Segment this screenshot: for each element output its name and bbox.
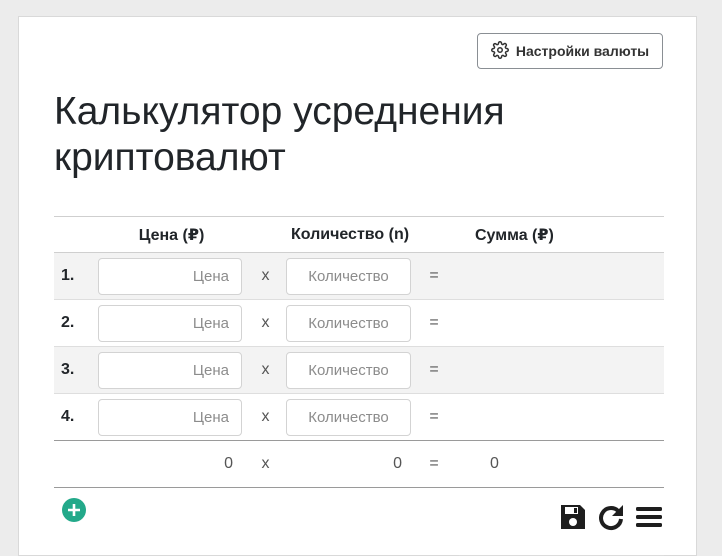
totals-row: 0 x 0 = 0	[54, 441, 664, 488]
header-sum: Сумма (₽)	[454, 216, 664, 253]
price-input[interactable]	[98, 351, 242, 389]
multiply-sign: x	[261, 408, 270, 425]
multiply-sign: x	[261, 361, 270, 378]
row-sum	[454, 394, 664, 441]
quantity-input[interactable]	[286, 351, 411, 389]
table-header-row: Цена (₽) Количество (n) Сумма (₽)	[54, 216, 664, 253]
equals-sign: =	[429, 455, 439, 472]
header-rownum	[54, 216, 98, 253]
quantity-input[interactable]	[286, 304, 411, 342]
add-row-button[interactable]	[62, 498, 86, 522]
reload-icon[interactable]	[597, 503, 625, 531]
row-number: 1.	[61, 267, 75, 284]
page-title: Калькулятор усреднения криптовалют	[54, 90, 505, 179]
table-row: 3. x =	[54, 346, 664, 394]
total-quantity: 0	[393, 455, 402, 472]
price-input[interactable]	[98, 257, 242, 295]
row-number: 2.	[61, 314, 75, 331]
currency-settings-label: Настройки валюты	[515, 43, 650, 59]
table-row: 1. x =	[54, 252, 664, 300]
calculator-card: Настройки валюты Калькулятор усреднения …	[18, 16, 697, 556]
header-price: Цена (₽)	[98, 216, 245, 253]
bottom-toolbar	[559, 503, 663, 531]
header-spacer-eq	[414, 216, 454, 253]
row-number: 4.	[61, 408, 75, 425]
multiply-sign: x	[261, 267, 270, 284]
averaging-table: Цена (₽) Количество (n) Сумма (₽) 1. x =…	[54, 216, 664, 488]
currency-settings-button[interactable]: Настройки валюты	[477, 33, 663, 69]
equals-sign: =	[429, 267, 439, 284]
quantity-input[interactable]	[286, 398, 411, 436]
equals-sign: =	[429, 361, 439, 378]
price-input[interactable]	[98, 304, 242, 342]
row-sum	[454, 347, 664, 394]
table-row: 4. x =	[54, 394, 664, 441]
header-spacer-x	[245, 216, 286, 253]
gear-icon	[490, 40, 509, 62]
row-sum	[454, 300, 664, 347]
row-number: 3.	[61, 361, 75, 378]
equals-sign: =	[429, 408, 439, 425]
header-quantity: Количество (n)	[286, 216, 414, 253]
hamburger-menu-icon[interactable]	[635, 503, 663, 531]
table-row: 2. x =	[54, 300, 664, 347]
plus-icon	[67, 503, 81, 517]
multiply-sign: x	[261, 314, 270, 331]
quantity-input[interactable]	[286, 257, 411, 295]
total-price: 0	[224, 455, 233, 472]
floppy-disk-icon[interactable]	[559, 503, 587, 531]
row-sum	[454, 253, 664, 300]
price-input[interactable]	[98, 398, 242, 436]
total-sum: 0	[490, 455, 499, 472]
totals-rownum	[54, 441, 98, 488]
multiply-sign: x	[261, 455, 270, 472]
equals-sign: =	[429, 314, 439, 331]
